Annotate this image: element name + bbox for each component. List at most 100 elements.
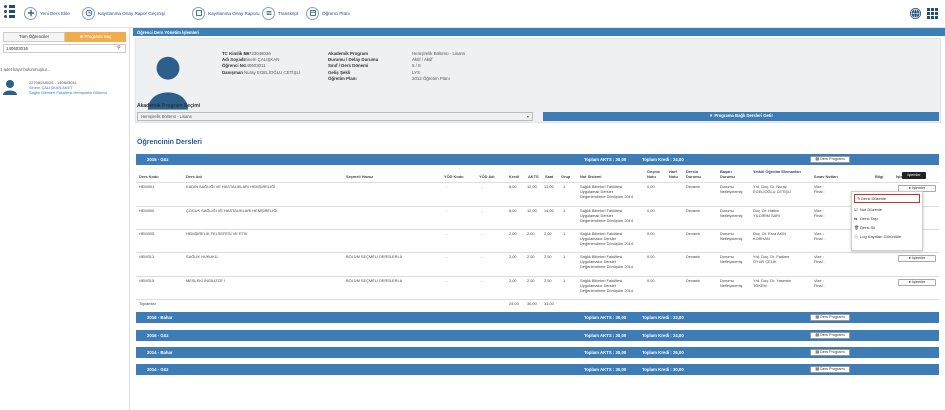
transcript-button[interactable]: Transkript — [262, 6, 298, 20]
term-row[interactable]: 2015 - Güz Toplam AKTS : 30,00 Toplam Kr… — [136, 154, 939, 165]
row-durum: Devamlı — [686, 184, 701, 189]
row-durum: Devamlı — [686, 254, 701, 259]
course-schedule-button[interactable]: ▦ Ders Programı — [810, 349, 850, 356]
row-yod: - — [446, 184, 448, 189]
col-name: Ders Adı — [186, 174, 202, 179]
student-result-item[interactable]: 22708048026 - 140603011 Sinem ÇALIŞKAN A… — [29, 80, 107, 95]
row-gecme: 0,00 — [647, 208, 655, 213]
row-gecme: 0,00 — [647, 278, 655, 283]
row-ogretim: Doç. Dr. Esra AKIN KORHAN — [753, 231, 786, 241]
student-sidebar: Tüm Öğrenciler ⊕ Programı Seç 140603016 … — [0, 28, 130, 410]
term-akts: Toplam AKTS : 30,00 — [584, 367, 627, 373]
approval-report-button[interactable]: Kayıtlanma Onay Raporu — [192, 6, 260, 20]
tab-all-students[interactable]: Tüm Öğrenciler — [3, 32, 65, 42]
search-icon[interactable]: ⚲ — [117, 45, 121, 51]
add-course-button[interactable]: Yeni Ders Ekle — [24, 6, 70, 20]
term-kredi: Toplam Kredi : 24,00 — [642, 333, 684, 339]
term-row[interactable]: 2014 - Güz Toplam AKTS : 30,00 Toplam Kr… — [136, 364, 939, 375]
term-akts: Toplam AKTS : 30,00 — [584, 157, 627, 163]
ogr-2: EGELİOĞLU CETİŞLİ — [753, 189, 792, 195]
row-code: HEM315 — [139, 278, 155, 283]
move-icon: ⇆ — [854, 216, 858, 221]
row-sinav: Vize : Final : — [814, 254, 825, 264]
term-row[interactable]: 2014 - Bahar Toplam AKTS : 30,00 Toplam … — [136, 347, 939, 358]
get-courses-button[interactable]: ▼ Programa Bağlı Dersleri Getir — [543, 112, 939, 121]
row-grup: 1 — [563, 231, 566, 236]
row-actions-button[interactable]: ● İşlemler — [898, 279, 936, 286]
notsis-3: Değerlendirme Dönüşüm 2014 — [580, 241, 633, 247]
row-yod: - — [446, 208, 448, 213]
row-grup: 1 — [563, 184, 566, 189]
move-course-menu-item[interactable]: ⇆ Dersi Taşı — [852, 214, 922, 223]
transcript-label: Transkript — [278, 10, 299, 16]
term-row[interactable]: 2016 - Bahar Toplam AKTS : 30,00 Toplam … — [136, 312, 939, 323]
value-plan: 2012 Öğretim Planı — [412, 75, 450, 81]
course-schedule-label: Ders Programı — [819, 350, 845, 354]
page-title: Öğrenci Ders Yönetim İşlemleri — [133, 28, 945, 36]
row-notsis: Sağlık Bilimleri Fakültesi Uygulamasız De… — [580, 254, 633, 270]
transcript-icon — [262, 6, 275, 20]
profile-labels-right: Akademik Program Durumu / Delay Durumu S… — [328, 51, 378, 82]
tab-select-program-label: Programı Seç — [84, 34, 112, 39]
course-schedule-button[interactable]: ▦ Ders Programı — [810, 156, 850, 163]
program-select[interactable]: Hemşirelik Bölümü - Lisans ▾ — [137, 112, 533, 121]
app-menu-icon[interactable] — [4, 5, 16, 21]
edit-course-menu-item[interactable]: ✎ Dersi Düzenle — [854, 194, 920, 203]
term-row[interactable]: 2016 - Güz Toplam AKTS : 30,00 Toplam Kr… — [136, 330, 939, 341]
col-not-sistemi: Not Sistemi — [580, 174, 602, 179]
course-schedule-label: Ders Programı — [819, 315, 845, 319]
approval-history-button[interactable]: Kayıtlanma Onay Rapor Geçmişi — [82, 6, 165, 20]
sinav-2: Final : — [814, 283, 825, 289]
row-grup: 1 — [563, 254, 566, 259]
col-harf: Harf Notu — [669, 169, 678, 180]
apps-grid-icon[interactable] — [927, 8, 938, 19]
globe-icon[interactable] — [910, 8, 921, 19]
row-kredi: 8,00 — [509, 184, 517, 189]
delete-course-menu-item[interactable]: 🗑 Dersi Sil — [852, 223, 922, 232]
course-schedule-label: Ders Programı — [819, 157, 845, 161]
row-actions-menu: ✎ Dersi Düzenle ☑ Not Düzenle ⇆ Dersi Taşı … — [851, 191, 923, 251]
search-input[interactable]: 140603016 — [3, 44, 126, 53]
totals-akts: 30,00 — [527, 301, 537, 306]
course-schedule-label: Ders Programı — [819, 333, 845, 337]
delete-course-label: Dersi Sil — [860, 225, 875, 230]
term-kredi: Toplam Kredi : 26,00 — [642, 350, 684, 356]
row-basari: Durumu Netleşmemiş — [720, 208, 742, 218]
row-yodad: - — [481, 254, 483, 259]
student-plan-label: Öğrenci Planı — [322, 10, 350, 16]
divider — [136, 299, 939, 300]
row-notsis: Sağlık Bilimleri Fakültesi Uygulamalı Der… — [580, 208, 633, 224]
history-icon — [82, 6, 95, 20]
edit-icon: ☑ — [854, 207, 858, 212]
row-kredi: 2,00 — [509, 254, 517, 259]
pencil-icon: ✎ — [857, 196, 861, 201]
tab-select-program[interactable]: ⊕ Programı Seç — [65, 32, 126, 42]
row-actions-button[interactable]: ● İşlemler — [898, 255, 936, 262]
col-gecme: Geçme Notu — [647, 169, 660, 180]
chevron-down-icon: ▾ — [526, 114, 529, 119]
row-durum: Devamlı — [686, 208, 701, 213]
student-plan-button[interactable]: Öğrenci Planı — [306, 6, 350, 20]
row-notsis: Sağlık Bilimleri Fakültesi Uygulamasız De… — [580, 231, 633, 247]
row-sinav: Vize : Final : — [814, 231, 825, 241]
col-grup: Grup — [561, 174, 571, 179]
view-logs-menu-item[interactable]: ⓘ Log Kayıtları Görüntüle — [852, 232, 922, 241]
row-basari: Durumu Netleşmemiş — [720, 184, 742, 194]
row-akts: 12,00 — [527, 184, 537, 189]
row-grup: 1 — [563, 278, 566, 283]
col-kredi: Kredi — [509, 174, 519, 179]
course-schedule-button[interactable]: ▦ Ders Programı — [810, 366, 850, 373]
course-schedule-button[interactable]: ▦ Ders Programı — [810, 332, 850, 339]
ogr-2: TOKEM — [753, 283, 767, 289]
row-sinav: Vize : Final : — [814, 278, 825, 288]
edit-grade-menu-item[interactable]: ☑ Not Düzenle — [852, 205, 922, 214]
divider — [136, 182, 939, 183]
ogr-2: YILDIRIM SARI — [753, 213, 781, 219]
term-kredi: Toplam Kredi : 23,00 — [642, 315, 684, 321]
move-course-label: Dersi Taşı — [860, 216, 878, 221]
ogr-2: OYUR ÇELİK — [753, 259, 777, 265]
course-schedule-button[interactable]: ▦ Ders Programı — [810, 314, 850, 321]
profile-values-left: 22723048026 Sinem ÇALIŞKAN 140603011 Nur… — [244, 51, 300, 76]
sinav-2: Final : — [814, 236, 825, 242]
sinav-2: Final : — [814, 189, 825, 195]
